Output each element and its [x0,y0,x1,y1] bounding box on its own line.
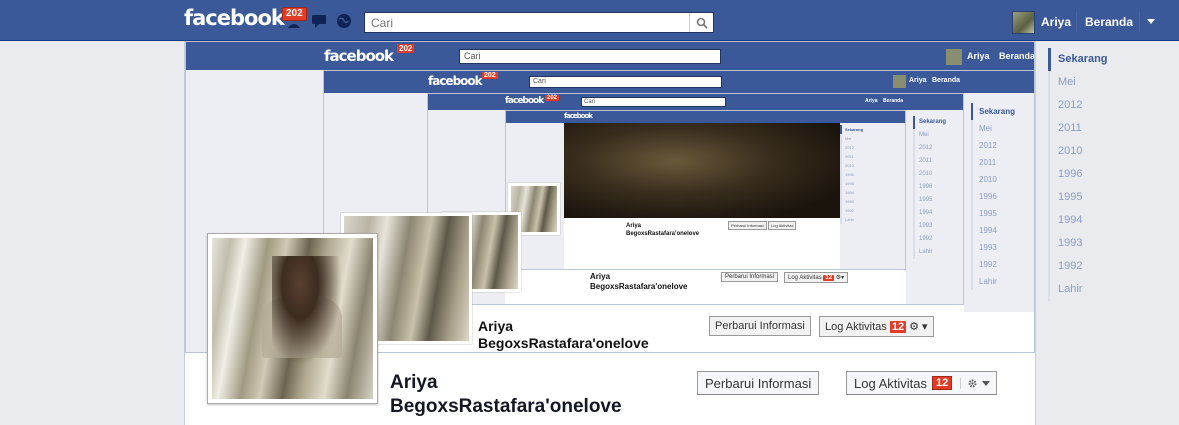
search-box [364,12,714,33]
profile-name-mini: AriyaBegoxsRastafara'onelove [626,223,700,237]
user-name-link: Ariya [967,51,990,61]
timeline-nav-mini: Sekarang Mei 2012 2011 2010 1996 1995 19… [971,103,1015,290]
search-input[interactable] [365,13,685,32]
update-info-button[interactable]: Perbarui Informasi [697,371,820,395]
timeline-item-mei[interactable]: Mei [1048,71,1168,94]
timeline-item-2012[interactable]: 2012 [1048,94,1168,117]
timeline-item-1996[interactable]: 1996 [1048,163,1168,186]
user-name-link: Ariya [865,98,878,104]
notification-badge: 202 [482,72,498,79]
notification-badge: 202 [397,44,415,53]
top-bar: facebook 202 Ariya Beranda [0,0,1179,41]
update-info-button-mini: Perbarui Informasi [709,316,811,336]
facebook-logo: facebook [564,112,593,120]
facebook-logo[interactable]: facebook [184,6,285,30]
profile-photo-image [212,238,373,399]
user-avatar [893,75,906,88]
user-avatar[interactable] [1012,11,1035,34]
home-link[interactable]: Beranda [1085,15,1133,29]
timeline-item-1993[interactable]: 1993 [1048,232,1168,255]
timeline-item-1995[interactable]: 1995 [1048,186,1168,209]
activity-log-button-mini: Log Aktivitas 12 ⚙ ▾ [819,316,934,337]
chevron-down-icon [982,380,991,386]
timeline-item-1994[interactable]: 1994 [1048,209,1168,232]
update-info-button-mini: Perbarui Informasi [721,272,779,282]
home-link: Beranda [999,51,1035,61]
search-input: Cari [529,76,722,88]
notification-badge: 202 [545,95,560,101]
timeline-item-2011[interactable]: 2011 [1048,117,1168,140]
search-input: Cari [581,97,726,107]
timeline-item-1992[interactable]: 1992 [1048,255,1168,278]
account-menu-caret-icon[interactable] [1147,19,1155,24]
notifications-globe-icon[interactable] [335,12,353,30]
profile-name-mini: AriyaBegoxsRastafara'onelove [590,272,688,291]
home-link: Beranda [932,77,961,84]
activity-log-button[interactable]: Log Aktivitas 12 [846,371,998,395]
activity-log-label: Log Aktivitas [854,375,927,391]
profile-header-mini [564,218,840,269]
timeline-item-lahir[interactable]: Lahir [1048,278,1168,301]
divider [1139,12,1140,32]
facebook-logo: facebook [324,47,394,65]
user-name-link: Ariya [909,77,927,84]
profile-first-name: Ariya [390,372,438,393]
facebook-logo: facebook [505,96,544,106]
profile-name-mini: AriyaBegoxsRastafara'onelove [478,318,649,351]
profile-last-name: BegoxsRastafara'onelove [390,396,622,417]
profile-main: facebook 202 Cari Ariya Beranda facebook… [184,41,1036,425]
timeline-item-2010[interactable]: 2010 [1048,140,1168,163]
settings-dropdown[interactable] [960,377,991,389]
activity-log-count-badge: 12 [932,376,953,390]
user-name-link[interactable]: Ariya [1041,15,1071,29]
search-input: Cari [459,49,721,64]
cover-screenshot-level-3: facebook 202 Cari Ariya Beranda Sekarang… [427,93,964,305]
activity-log-button-mini: Log Aktivitas 12 ⚙▾ [784,272,849,283]
cover-screenshot-level-4: facebook Sekarang Mei 2012 2011 2010 199… [505,110,906,270]
search-icon [696,17,708,29]
gear-icon [968,379,977,387]
search-button[interactable] [689,13,713,32]
timeline-item-sekarang[interactable]: Sekarang [1048,48,1168,71]
activity-log-button-mini: Log Aktivitas [768,221,797,230]
messages-icon[interactable] [310,12,328,30]
timeline-nav-mini: Sekarang Mei 2012 2011 2010 1996 1995 19… [913,116,946,259]
game-screenshot-image [564,123,840,218]
timeline-nav-mini: Sekarang Mei 2012 2011 2010 1996 1995 19… [840,125,863,224]
user-avatar [946,49,962,65]
facebook-logo: facebook [428,74,483,88]
divider [1076,12,1077,32]
home-link: Beranda [883,98,904,104]
notification-badge: 202 [282,7,307,21]
update-info-button-mini: Perbarui Informasi [728,221,767,230]
profile-photo[interactable] [207,233,378,404]
profile-name: Ariya BegoxsRastafara'onelove [390,371,622,419]
timeline-nav: Sekarang Mei 2012 2011 2010 1996 1995 19… [1048,48,1168,301]
